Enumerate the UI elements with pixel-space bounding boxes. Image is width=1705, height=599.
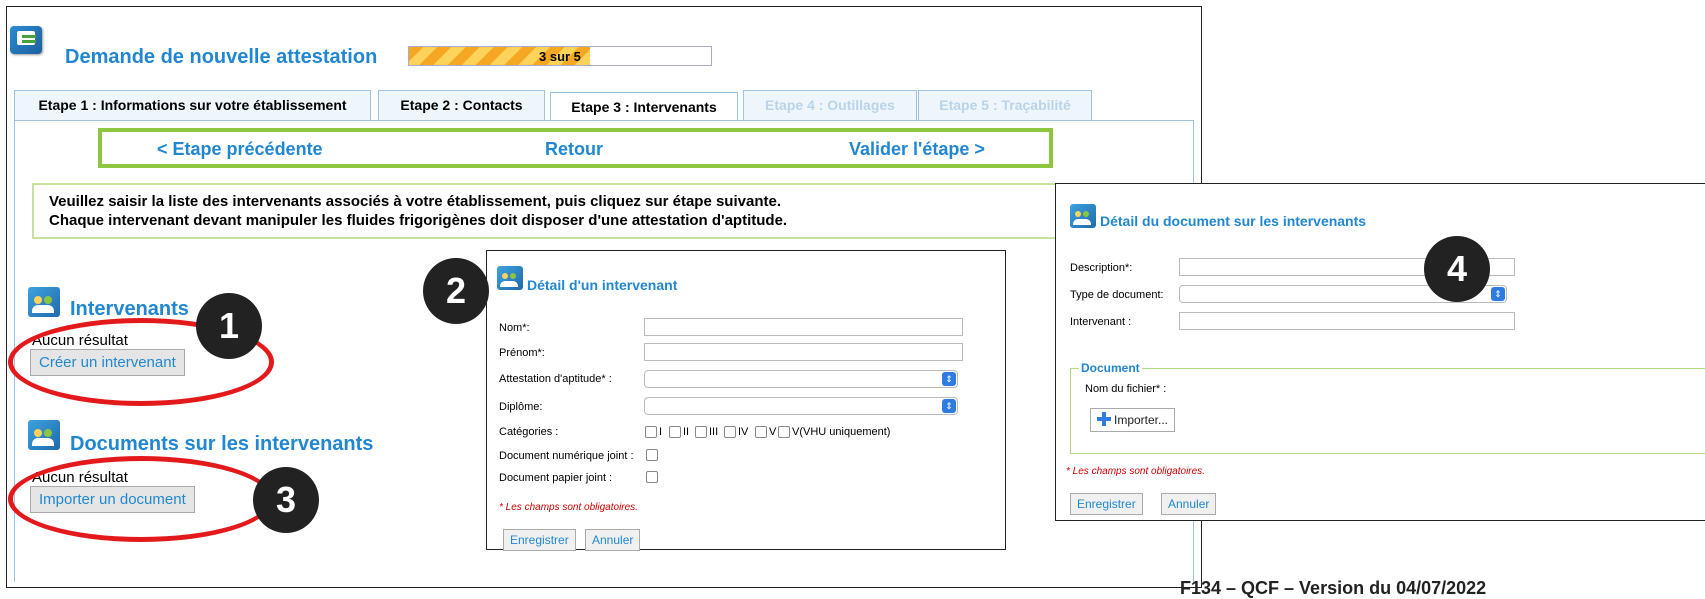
nom-label: Nom*: — [499, 322, 530, 334]
document-required-note: * Les champs sont obligatoires. — [1066, 466, 1205, 477]
save-intervenant-button[interactable]: Enregistrer — [503, 529, 576, 551]
doc-numerique-checkbox[interactable] — [646, 449, 658, 461]
instructions-box: Veuillez saisir la liste des intervenant… — [32, 183, 1162, 239]
cancel-intervenant-button[interactable]: Annuler — [585, 529, 641, 551]
tab-etape-4: Etape 4 : Outillages — [743, 90, 917, 120]
tab-etape-5: Etape 5 : Traçabilité — [918, 90, 1092, 120]
category-iv-checkbox[interactable] — [724, 426, 736, 438]
annotation-badge-2: 2 — [423, 258, 489, 324]
tab-etape-2[interactable]: Etape 2 : Contacts — [378, 90, 545, 120]
doc-papier-checkbox[interactable] — [646, 471, 658, 483]
category-iv-label: IV — [738, 426, 749, 438]
category-iii-checkbox[interactable] — [695, 426, 707, 438]
save-document-button[interactable]: Enregistrer — [1070, 493, 1143, 515]
tab-etape-1[interactable]: Etape 1 : Informations sur votre établis… — [14, 90, 371, 120]
tab-etape-3[interactable]: Etape 3 : Intervenants — [550, 92, 738, 121]
previous-step-link[interactable]: < Etape précédente — [157, 139, 323, 160]
select-chevron-icon: ⇕ — [1491, 287, 1505, 301]
title-bar: Demande de nouvelle attestation 3 sur 5 — [10, 22, 910, 68]
back-link[interactable]: Retour — [545, 139, 603, 160]
step-progress-text: 3 sur 5 — [539, 49, 581, 64]
instructions-line-1: Veuillez saisir la liste des intervenant… — [49, 193, 781, 210]
description-label: Description*: — [1070, 262, 1133, 274]
document-type-label: Type de document: — [1070, 289, 1164, 301]
instructions-line-2: Chaque intervenant devant manipuler les … — [49, 212, 788, 229]
category-vhu-label: V(VHU uniquement) — [792, 426, 891, 438]
page-title: Demande de nouvelle attestation — [65, 46, 378, 68]
annotation-badge-4: 4 — [1424, 236, 1490, 302]
annotation-ellipse-3 — [8, 456, 274, 542]
prenom-input[interactable] — [644, 343, 963, 361]
diplome-select[interactable]: ⇕ — [644, 397, 958, 415]
cancel-document-button[interactable]: Annuler — [1161, 493, 1217, 515]
category-i-checkbox[interactable] — [645, 426, 657, 438]
application-form-icon — [10, 26, 42, 54]
required-fields-note: * Les champs sont obligatoires. — [499, 502, 638, 513]
step-navigation: < Etape précédente Retour Valider l'étap… — [98, 128, 1053, 168]
intervenants-icon — [28, 287, 60, 317]
step-progress-bar: 3 sur 5 — [408, 46, 712, 66]
category-v-checkbox[interactable] — [755, 426, 767, 438]
doc-papier-label: Document papier joint : — [499, 472, 613, 484]
attestation-label: Attestation d'aptitude* : — [499, 373, 612, 385]
diplome-label: Diplôme: — [499, 401, 543, 413]
intervenant-label: Intervenant : — [1070, 316, 1132, 328]
category-vhu-checkbox[interactable] — [778, 426, 790, 438]
attestation-select[interactable]: ⇕ — [644, 370, 958, 388]
select-chevron-icon: ⇕ — [942, 372, 956, 386]
category-v-label: V — [769, 426, 777, 438]
validate-step-link[interactable]: Valider l'étape > — [849, 139, 985, 160]
intervenant-input[interactable] — [1179, 312, 1515, 330]
intervenant-dialog-title: Détail d'un intervenant — [527, 277, 678, 293]
prenom-label: Prénom*: — [499, 347, 545, 359]
filename-label: Nom du fichier* : — [1085, 383, 1167, 395]
annotation-badge-1: 1 — [196, 293, 262, 359]
annotation-badge-3: 3 — [253, 467, 319, 533]
plus-icon — [1097, 412, 1111, 426]
category-ii-checkbox[interactable] — [669, 426, 681, 438]
document-dialog-icon — [1070, 204, 1096, 228]
documents-section-title: Documents sur les intervenants — [70, 433, 374, 455]
version-footer: F134 – QCF – Version du 04/07/2022 — [1180, 578, 1487, 598]
document-fieldset-legend: Document — [1079, 361, 1142, 375]
documents-icon — [28, 420, 60, 450]
nom-input[interactable] — [644, 318, 963, 336]
document-detail-dialog: Détail du document sur les intervenants … — [1055, 183, 1705, 521]
select-chevron-icon: ⇕ — [942, 399, 956, 413]
category-iii-label: III — [709, 426, 719, 438]
categories-label: Catégories : — [499, 426, 559, 438]
intervenant-dialog-icon — [497, 266, 523, 290]
intervenant-detail-dialog: Détail d'un intervenant Nom*: Prénom*: A… — [486, 250, 1006, 551]
category-i-label: I — [659, 426, 663, 438]
import-file-label: Importer... — [1114, 413, 1169, 427]
document-dialog-title: Détail du document sur les intervenants — [1100, 213, 1367, 229]
doc-numerique-label: Document numérique joint : — [499, 450, 634, 462]
import-file-button[interactable]: Importer... — [1090, 408, 1176, 432]
category-ii-label: II — [683, 426, 690, 438]
